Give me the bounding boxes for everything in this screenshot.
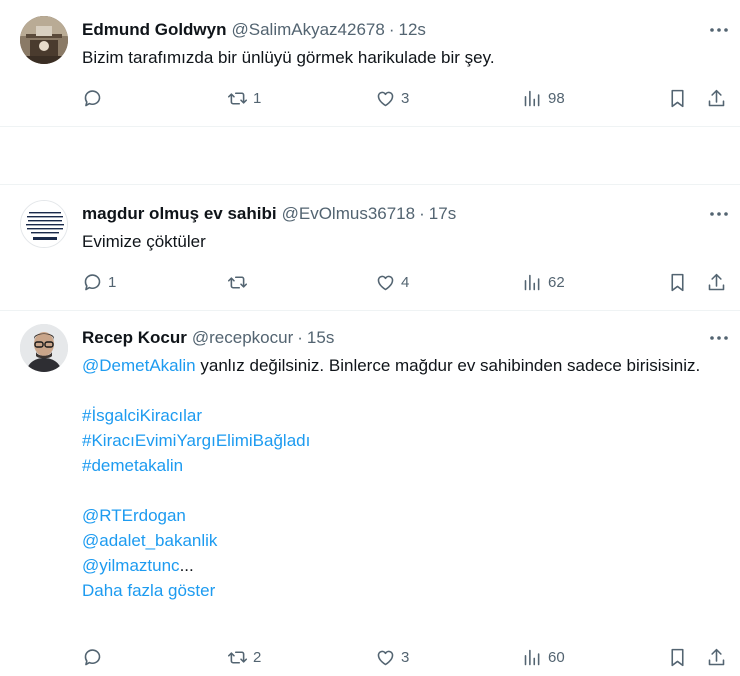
views-count: 98: [548, 89, 565, 107]
retweet-icon: [227, 650, 248, 664]
bookmark-icon: [671, 648, 684, 666]
timestamp[interactable]: 15s: [307, 328, 334, 348]
share-button[interactable]: [706, 86, 727, 110]
views-button[interactable]: 98: [522, 86, 565, 110]
tweet[interactable]: magdur olmuş ev sahibi @EvOlmus36718 · 1…: [0, 185, 740, 309]
retweet-icon: [227, 275, 248, 289]
more-icon[interactable]: [708, 204, 730, 224]
tweet[interactable]: Recep Kocur @recepkocur · 15s @DemetAkal…: [0, 311, 740, 676]
reply-icon: [84, 89, 101, 106]
like-button[interactable]: 3: [375, 645, 409, 669]
mention-line: @yilmaztunc...: [82, 553, 722, 578]
reply-icon: [84, 648, 101, 665]
share-icon: [708, 648, 725, 665]
display-name[interactable]: magdur olmuş ev sahibi: [82, 204, 277, 224]
like-count: 3: [401, 648, 410, 666]
retweet-icon: [227, 91, 248, 105]
retweet-button[interactable]: 2: [227, 645, 261, 669]
display-name[interactable]: Edmund Goldwyn: [82, 20, 227, 40]
avatar-image: [20, 324, 68, 372]
timestamp[interactable]: 12s: [399, 20, 426, 40]
reply-button[interactable]: 1: [82, 270, 116, 294]
avatar-image: [21, 201, 67, 247]
like-icon: [377, 650, 394, 665]
separator-dot: ·: [388, 20, 395, 39]
views-icon: [524, 274, 540, 290]
divider: [0, 126, 740, 127]
show-more-link[interactable]: Daha fazla göster: [82, 578, 722, 603]
like-icon: [377, 91, 394, 106]
line-break: [82, 378, 722, 403]
mention-link[interactable]: @RTErdogan: [82, 503, 722, 528]
tweet-header: Recep Kocur @recepkocur · 15s: [82, 326, 334, 350]
reply-button[interactable]: [82, 86, 108, 110]
user-handle[interactable]: @recepkocur: [192, 328, 293, 348]
timestamp[interactable]: 17s: [429, 204, 456, 224]
share-icon: [708, 273, 725, 290]
tweet-actions: 2 3 60: [82, 645, 730, 669]
tweet-header: Edmund Goldwyn @SalimAkyaz42678 · 12s: [82, 18, 426, 42]
mention-link[interactable]: @DemetAkalin: [82, 356, 196, 375]
display-name[interactable]: Recep Kocur: [82, 328, 187, 348]
retweet-button[interactable]: 1: [227, 86, 261, 110]
reply-count: 1: [108, 273, 117, 291]
bookmark-button[interactable]: [667, 270, 688, 294]
like-button[interactable]: 3: [375, 86, 409, 110]
retweet-count: 2: [253, 648, 262, 666]
mention-link[interactable]: @adalet_bakanlik: [82, 528, 722, 553]
retweet-button[interactable]: [227, 270, 253, 294]
like-button[interactable]: 4: [375, 270, 409, 294]
bookmark-button[interactable]: [667, 645, 688, 669]
share-icon: [708, 89, 725, 106]
like-icon: [377, 275, 394, 290]
tweet-text: @DemetAkalin yanlız değilsiniz. Binlerce…: [82, 353, 722, 603]
tweet-body-text: yanlız değilsiniz. Binlerce mağdur ev sa…: [195, 356, 701, 375]
more-icon[interactable]: [708, 328, 730, 348]
bookmark-icon: [671, 273, 684, 291]
views-icon: [524, 90, 540, 106]
reply-icon: [84, 273, 101, 290]
retweet-count: 1: [253, 89, 262, 107]
views-button[interactable]: 62: [522, 270, 565, 294]
avatar[interactable]: [20, 200, 68, 248]
bookmark-button[interactable]: [667, 86, 688, 110]
tweet-text: Bizim tarafımızda bir ünlüyü görmek hari…: [82, 48, 495, 67]
views-count: 60: [548, 648, 565, 666]
tweet-actions: 1 3 98: [82, 86, 730, 110]
separator-dot: ·: [419, 204, 425, 223]
like-count: 4: [401, 273, 410, 291]
line-break: [82, 478, 722, 503]
hashtag-link[interactable]: #KiracıEvimiYargıElimiBağladı: [82, 428, 722, 453]
share-button[interactable]: [706, 270, 727, 294]
avatar-image: [20, 16, 68, 64]
views-count: 62: [548, 273, 565, 291]
mention-link[interactable]: @yilmaztunc: [82, 556, 180, 575]
avatar[interactable]: [20, 324, 68, 372]
tweet-body: @DemetAkalin yanlız değilsiniz. Binlerce…: [82, 353, 722, 378]
views-icon: [524, 649, 540, 665]
more-icon[interactable]: [708, 20, 730, 40]
share-button[interactable]: [706, 645, 727, 669]
tweet-text: Evimize çöktüler: [82, 232, 206, 251]
views-button[interactable]: 60: [522, 645, 565, 669]
avatar[interactable]: [20, 16, 68, 64]
tweet-actions: 1 4 62: [82, 270, 730, 294]
ellipsis: ...: [179, 556, 194, 575]
separator-dot: ·: [297, 328, 303, 347]
hashtag-link[interactable]: #İsgalciKiracılar: [82, 403, 722, 428]
user-handle[interactable]: @SalimAkyaz42678: [232, 20, 385, 40]
hashtag-link[interactable]: #demetakalin: [82, 453, 722, 478]
like-count: 3: [401, 89, 410, 107]
tweet[interactable]: Edmund Goldwyn @SalimAkyaz42678 · 12s Bi…: [0, 0, 740, 126]
bookmark-icon: [671, 89, 684, 107]
tweet-header: magdur olmuş ev sahibi @EvOlmus36718 · 1…: [82, 202, 456, 226]
user-handle[interactable]: @EvOlmus36718: [282, 204, 416, 224]
reply-button[interactable]: [82, 645, 108, 669]
